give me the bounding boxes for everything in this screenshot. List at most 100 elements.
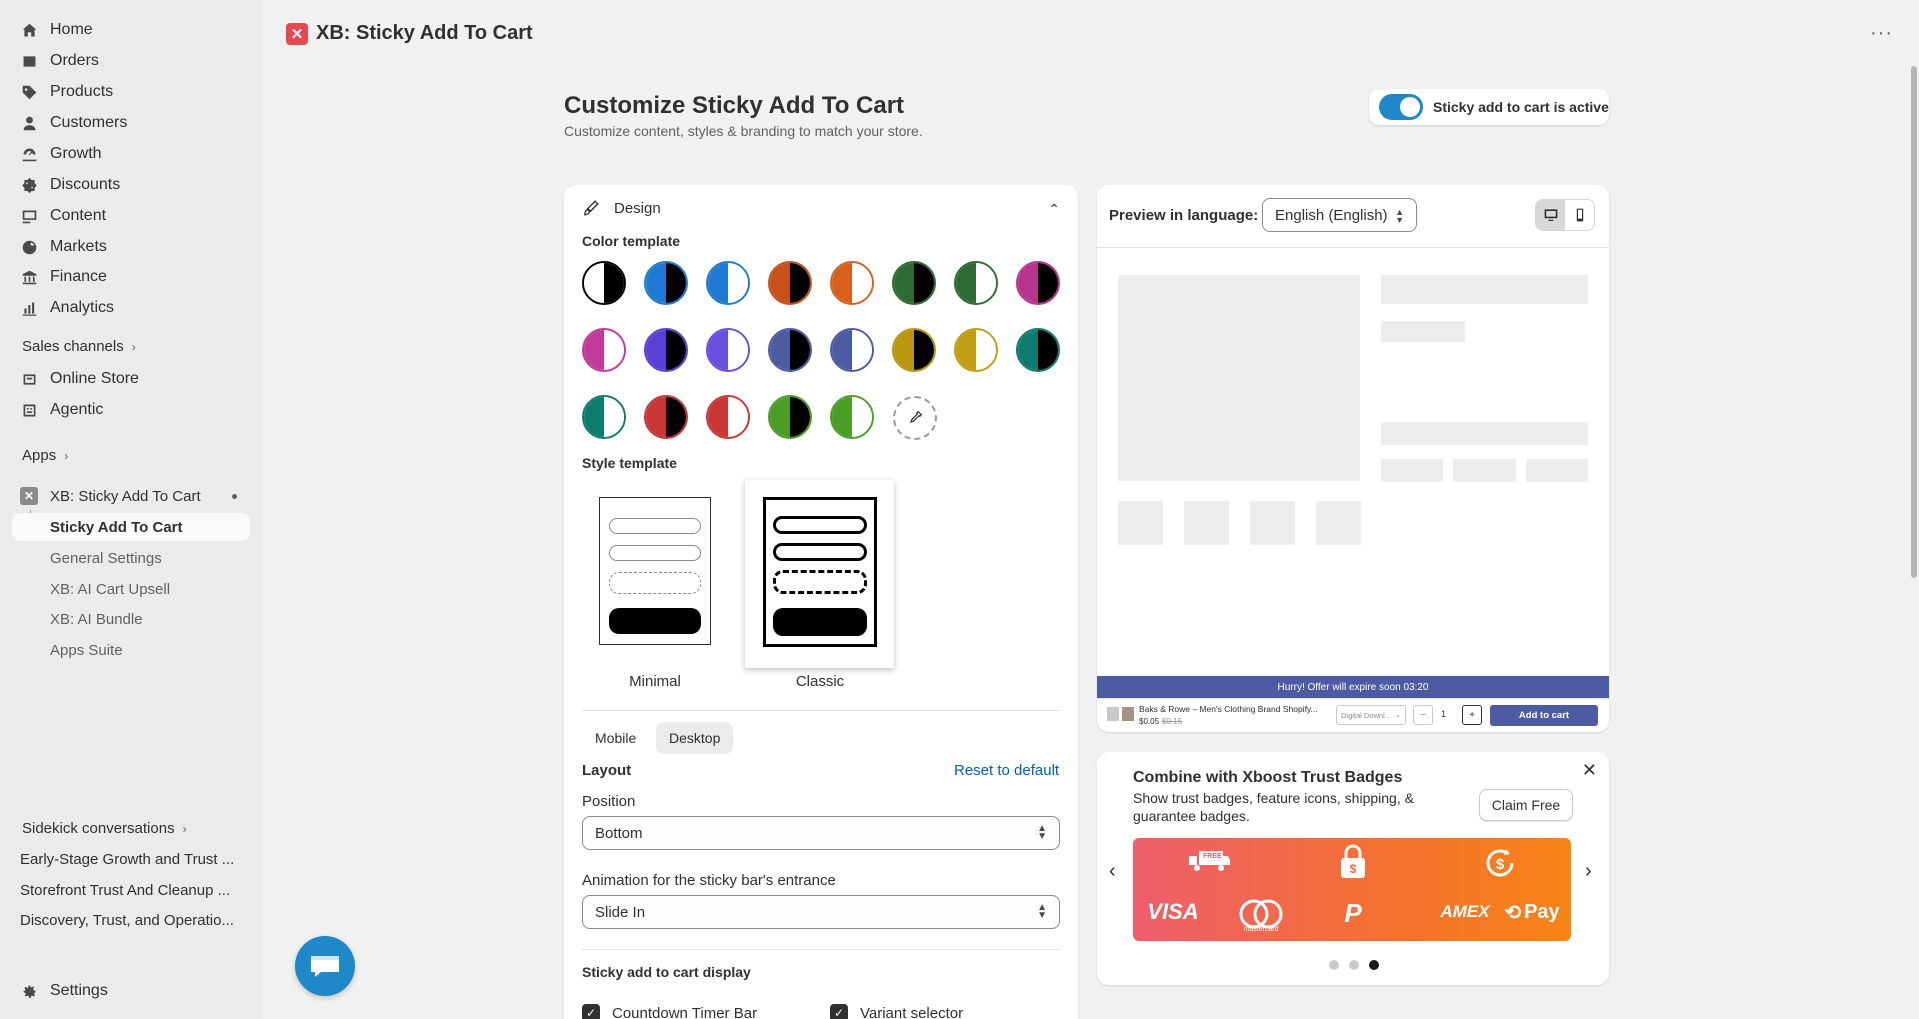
sidebar-item-discounts[interactable]: Discounts [20,171,120,199]
color-swatch[interactable] [954,261,998,305]
swatch-half [790,330,810,370]
minimal-preview [599,497,711,645]
display-section-label: Sticky add to cart display [582,964,751,980]
color-swatch[interactable] [768,328,812,372]
mobile-view-button[interactable] [1565,200,1594,230]
quantity-minus-button[interactable]: − [1413,705,1433,725]
sidebar-item-agentic[interactable]: Agentic [20,396,103,424]
sidebar-item-home[interactable]: Home [20,16,93,44]
layout-label: Layout [582,762,632,779]
sidebar-item-orders[interactable]: Orders [20,47,99,75]
select-arrows-icon: ▲ ▼ [1037,823,1047,842]
color-swatch[interactable] [830,261,874,305]
sidebar-item-app[interactable]: ✕ XB: Sticky Add To Cart [20,482,201,510]
color-swatch[interactable] [706,395,750,439]
style-line [609,608,701,634]
swatch-half [914,263,934,303]
sidebar-subitem-apps-suite[interactable]: Apps Suite [50,636,123,664]
design-header[interactable]: Design [582,199,661,217]
price-placeholder [1381,321,1465,342]
tab-mobile[interactable]: Mobile [582,722,649,754]
swatch-half [956,263,976,303]
color-swatch[interactable] [830,328,874,372]
sidebar-item-label: Online Store [50,370,139,387]
thumb-placeholder [1118,501,1163,545]
add-to-cart-button[interactable]: Add to cart [1490,705,1598,726]
active-toggle[interactable] [1379,94,1423,120]
color-swatch[interactable] [1016,328,1060,372]
page-title: Customize Sticky Add To Cart [564,92,905,119]
color-swatch[interactable] [644,261,688,305]
active-status-pill: Sticky add to cart is active [1369,89,1609,125]
sidebar-item-content[interactable]: Content [20,202,106,230]
animation-select[interactable]: Slide In ▲ ▼ [582,895,1060,929]
carousel-dot[interactable] [1349,960,1359,970]
carousel-dot-active[interactable] [1369,960,1379,970]
chevron-up-icon[interactable]: ⌃ [1048,201,1060,218]
sidebar-subitem-sticky-add-to-cart[interactable]: Sticky Add To Cart [50,513,183,541]
countdown-timer-bar: Hurry! Offer will expire soon 03:20 [1097,676,1609,698]
color-swatch[interactable] [954,328,998,372]
chat-button[interactable] [295,936,355,996]
carousel-next-button[interactable]: › [1585,860,1592,883]
color-swatch[interactable] [892,261,936,305]
sidebar-item-growth[interactable]: Growth [20,140,102,168]
variant-text: Digital Downl... [1341,710,1392,720]
style-line [609,572,701,594]
sidebar-item-label: Analytics [50,299,115,316]
tab-desktop[interactable]: Desktop [656,722,734,754]
sidebar-item-finance[interactable]: Finance [20,263,107,291]
language-select[interactable]: English (English) ▲ ▼ [1262,198,1417,232]
custom-color-picker[interactable] [893,396,937,440]
apps-label[interactable]: Apps › [22,447,68,464]
chevron-down-icon: ⌄ [1395,712,1401,719]
color-swatch[interactable] [582,328,626,372]
sales-channels-label[interactable]: Sales channels › [22,338,136,355]
color-swatch-selected[interactable] [582,261,626,305]
orders-icon [20,52,38,70]
sidebar-subitem-general-settings[interactable]: General Settings [50,544,162,572]
color-swatch[interactable] [830,395,874,439]
sidebar-item-markets[interactable]: Markets [20,233,107,261]
sidekick-label[interactable]: Sidekick conversations › [22,820,187,837]
swatch-half [770,330,790,370]
color-swatch[interactable] [644,328,688,372]
conversation-item[interactable]: Storefront Trust And Cleanup ... [20,882,245,899]
color-swatch[interactable] [706,328,750,372]
color-swatch[interactable] [1016,261,1060,305]
claim-free-button[interactable]: Claim Free [1479,789,1573,821]
color-swatch[interactable] [582,395,626,439]
style-line [773,570,867,594]
checkbox-label: Countdown Timer Bar [612,1004,758,1019]
position-select[interactable]: Bottom ▲ ▼ [582,816,1060,850]
carousel-prev-button[interactable]: ‹ [1109,860,1116,883]
globe-icon [20,238,38,256]
sidebar-item-settings[interactable]: Settings [20,977,108,1005]
carousel-dot[interactable] [1329,960,1339,970]
sidebar-item-online-store[interactable]: Online Store [20,365,139,393]
conversation-item[interactable]: Early-Stage Growth and Trust ... [20,851,245,868]
home-icon [20,21,38,39]
sidebar-item-analytics[interactable]: Analytics [20,294,114,322]
color-swatch[interactable] [644,395,688,439]
checkbox-countdown-timer[interactable]: ✓ Countdown Timer Bar [582,1004,757,1019]
mastercard-text: mastercard [1243,926,1279,933]
color-swatch[interactable] [768,261,812,305]
sticky-variant-select[interactable]: Digital Downl... ⌄ [1336,705,1406,725]
quantity-plus-button[interactable]: + [1462,705,1482,725]
sidebar-item-products[interactable]: Products [20,78,113,106]
desktop-view-button[interactable] [1536,200,1565,230]
color-swatch[interactable] [768,395,812,439]
sidebar-subitem-ai-cart-upsell[interactable]: XB: AI Cart Upsell [50,575,170,603]
countdown-text: Hurry! Offer will expire soon 03:20 [1277,681,1429,693]
checkbox-variant-selector[interactable]: ✓ Variant selector [830,1004,963,1019]
close-icon[interactable]: ✕ [1582,760,1597,781]
conversation-item[interactable]: Discovery, Trust, and Operatio... [20,912,245,929]
more-actions-button[interactable]: ··· [1870,22,1893,45]
sidebar-subitem-ai-bundle[interactable]: XB: AI Bundle [50,605,143,633]
color-swatch[interactable] [706,261,750,305]
page-scrollbar[interactable] [1911,66,1917,578]
sidebar-item-customers[interactable]: Customers [20,109,127,137]
color-swatch[interactable] [892,328,936,372]
reset-to-default-link[interactable]: Reset to default [954,762,1059,779]
